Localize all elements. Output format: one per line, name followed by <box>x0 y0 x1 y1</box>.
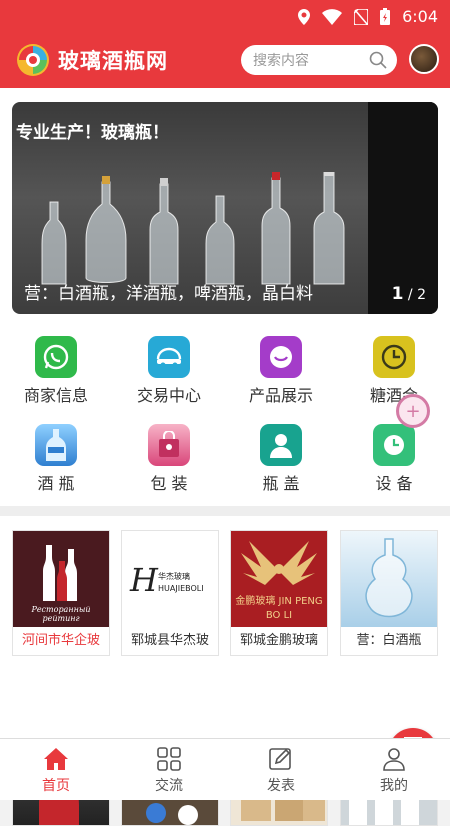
category-sugar-wine-fair[interactable]: 糖酒会 <box>349 336 439 406</box>
timer-icon <box>373 424 415 466</box>
banner-page-total: / 2 <box>407 287 426 303</box>
glass-bottles-image <box>41 172 345 285</box>
floating-plus-button[interactable]: + <box>396 394 430 428</box>
category-grid: 商家信息 交易中心 产品展示 糖酒会 酒 瓶 包 装 瓶 盖 设 备 <box>0 328 450 498</box>
category-label: 设 备 <box>375 474 413 493</box>
tab-home[interactable]: 首页 <box>26 747 86 795</box>
battery-icon <box>380 8 391 25</box>
bottom-tab-bar: 首页 交流 发表 我的 <box>0 738 450 800</box>
bottle-icon <box>35 424 77 466</box>
product-title: 郓城县华杰玻 <box>130 633 209 648</box>
banner-headline: 专业生产！玻璃瓶！ <box>16 123 169 143</box>
eagle-icon <box>241 541 317 585</box>
category-merchant-info[interactable]: 商家信息 <box>11 336 101 406</box>
category-trade-center[interactable]: 交易中心 <box>124 336 214 406</box>
category-packaging[interactable]: 包 装 <box>124 424 214 494</box>
product-card[interactable]: H 华杰玻璃 HUAJIEBOLI 郓城县华杰玻 <box>121 530 219 656</box>
tab-label: 我的 <box>380 778 408 794</box>
search-placeholder: 搜索内容 <box>253 53 309 69</box>
clock-time: 6:04 <box>402 7 438 26</box>
tab-label: 首页 <box>42 778 70 794</box>
banner-page-current: 1 <box>391 284 404 304</box>
category-bottle-caps[interactable]: 瓶 盖 <box>236 424 326 494</box>
wifi-icon <box>322 8 343 25</box>
product-image: Ресторанный рейтинг <box>13 531 109 627</box>
product-image: 金鹏玻璃 JIN PENG BO LI <box>231 531 327 627</box>
car-icon <box>148 336 190 378</box>
category-equipment[interactable]: 设 备 <box>349 424 439 494</box>
product-card[interactable]: 营：白酒瓶 <box>340 530 438 656</box>
tab-mine[interactable]: 我的 <box>364 747 424 795</box>
tab-label: 发表 <box>267 778 295 794</box>
bag-icon <box>148 424 190 466</box>
search-icon[interactable] <box>369 51 387 69</box>
person-icon <box>260 424 302 466</box>
location-icon <box>298 8 311 25</box>
banner-pager: 1 / 2 <box>392 284 426 304</box>
edit-icon <box>269 748 291 770</box>
plus-icon: + <box>405 400 421 422</box>
promo-banner[interactable]: 专业生产！玻璃瓶！ 营：白酒瓶，洋酒瓶，啤酒瓶，晶白料 1 / 2 <box>12 102 438 314</box>
category-product-showcase[interactable]: 产品展示 <box>236 336 326 406</box>
category-bottles[interactable]: 酒 瓶 <box>11 424 101 494</box>
whatsapp-icon <box>35 336 77 378</box>
category-label: 交易中心 <box>136 386 201 405</box>
product-title: 河间市华企玻 <box>21 633 100 648</box>
logo-icon <box>17 44 49 76</box>
category-label: 包 装 <box>150 474 188 493</box>
product-title: 营：白酒瓶 <box>356 633 422 648</box>
product-image: H 华杰玻璃 HUAJIEBOLI <box>122 531 218 627</box>
category-label: 产品展示 <box>248 386 313 405</box>
banner-caption: 营：白酒瓶，洋酒瓶，啤酒瓶，晶白料 <box>24 284 313 304</box>
category-label: 瓶 盖 <box>262 474 300 493</box>
status-bar: 6:04 <box>0 0 450 33</box>
product-image <box>341 531 437 627</box>
home-content: 专业生产！玻璃瓶！ 营：白酒瓶，洋酒瓶，啤酒瓶，晶白料 1 / 2 商家信息 交… <box>0 88 450 826</box>
product-title: 郓城金鹏玻璃 <box>239 633 318 648</box>
section-divider <box>0 506 450 516</box>
category-label: 酒 瓶 <box>37 474 75 493</box>
grid-icon <box>157 747 181 771</box>
product-card[interactable]: 金鹏玻璃 JIN PENG BO LI 郓城金鹏玻璃 <box>230 530 328 656</box>
product-logo-text: 金鹏玻璃 JIN PENG BO LI <box>235 596 323 621</box>
no-sim-icon <box>354 8 369 25</box>
clock-icon <box>373 336 415 378</box>
h-logo-icon: H <box>130 561 158 599</box>
tab-post[interactable]: 发表 <box>251 747 311 795</box>
search-input[interactable]: 搜索内容 <box>241 45 397 75</box>
app-logo-text: 玻璃酒瓶网 <box>58 48 168 73</box>
user-avatar[interactable] <box>409 44 439 74</box>
home-icon <box>44 748 68 770</box>
tab-label: 交流 <box>155 778 183 794</box>
product-card[interactable]: Ресторанный рейтинг 河间市华企玻 <box>12 530 110 656</box>
user-icon <box>383 748 405 771</box>
product-logo-text: 华杰玻璃 HUAJIEBOLI <box>158 572 204 593</box>
tab-exchange[interactable]: 交流 <box>139 747 199 795</box>
product-logo-text: Ресторанный рейтинг <box>31 605 91 623</box>
app-header: 玻璃酒瓶网 搜索内容 <box>0 33 450 88</box>
smile-icon <box>260 336 302 378</box>
category-label: 商家信息 <box>23 386 88 405</box>
